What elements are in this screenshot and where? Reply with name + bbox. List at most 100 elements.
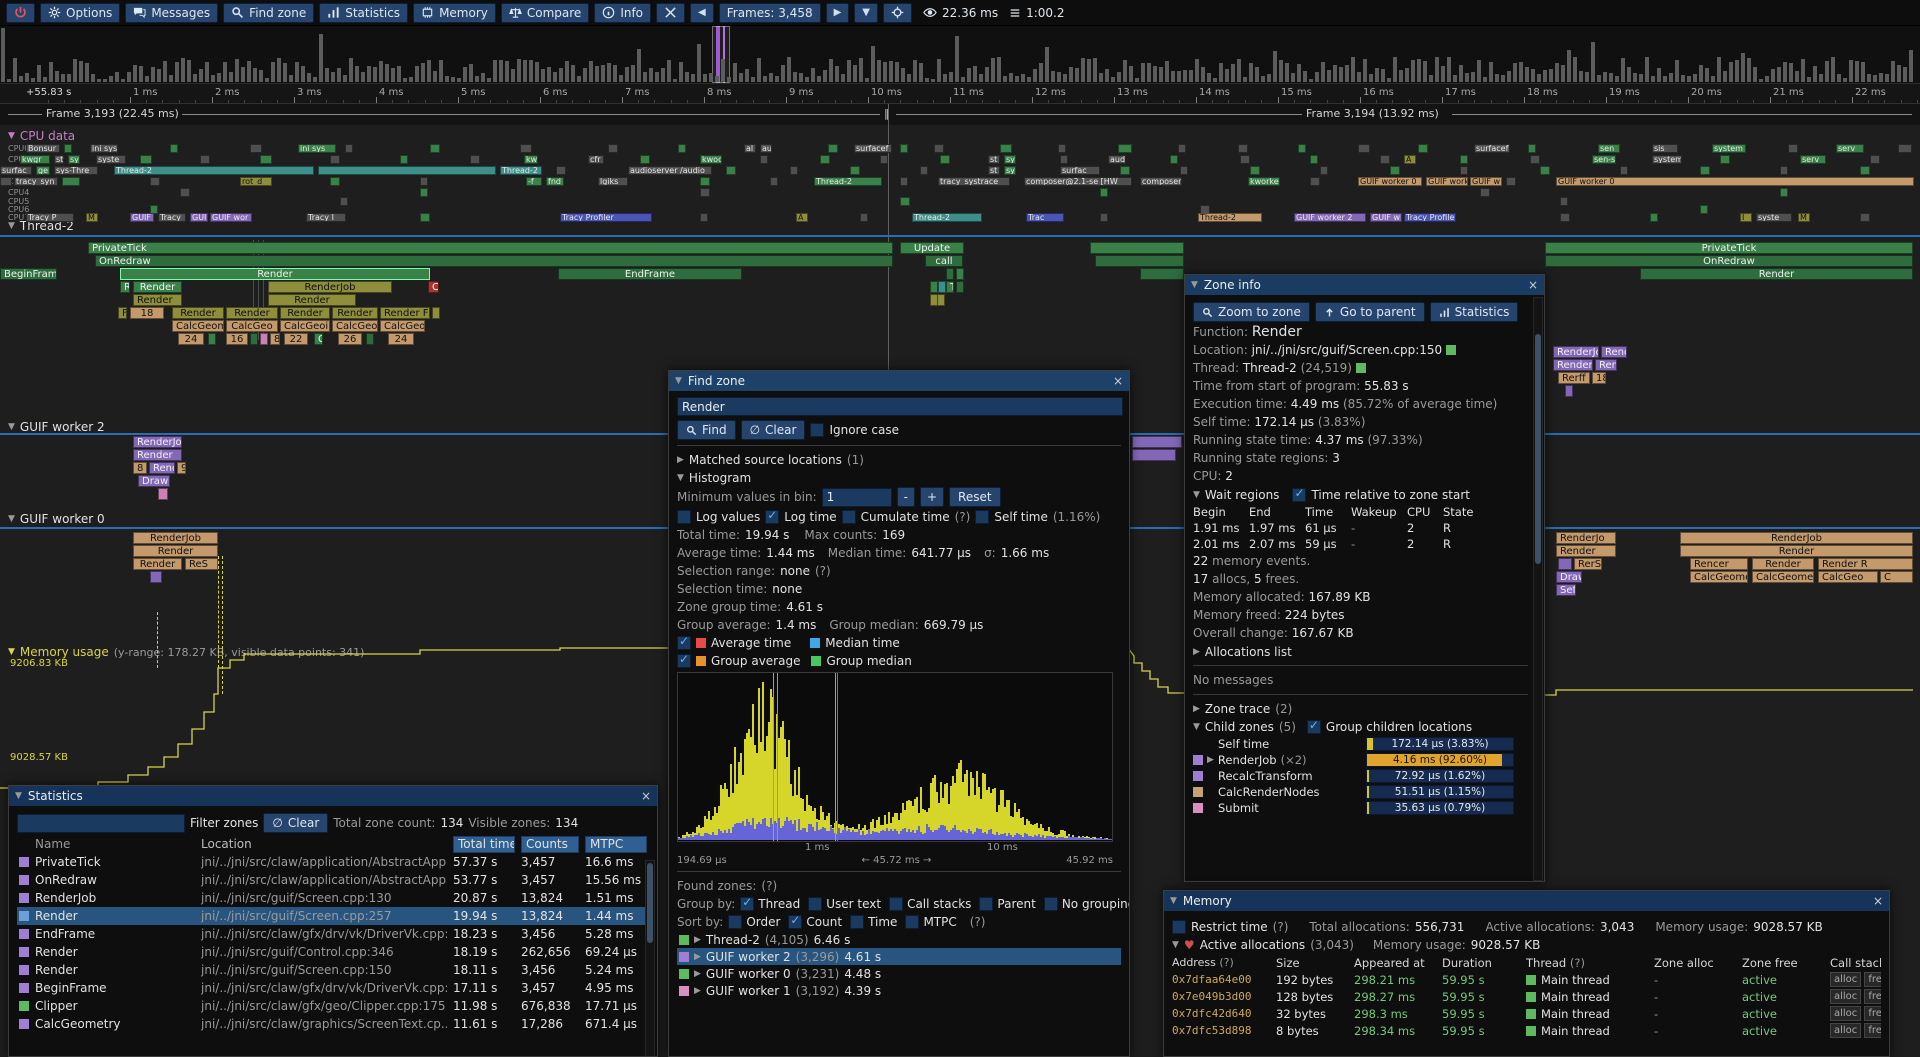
- timeline-zone[interactable]: [1132, 436, 1182, 448]
- min-bin-input[interactable]: [822, 488, 892, 507]
- cpu-zone[interactable]: composer@2.1-se [HW: [1024, 177, 1132, 186]
- cpu-zone[interactable]: rot_d: [240, 177, 272, 186]
- cpu-zone[interactable]: [1240, 155, 1250, 164]
- cpu-zone[interactable]: [678, 144, 686, 153]
- cpu-zone[interactable]: [1058, 144, 1066, 153]
- table-row[interactable]: Clipperjni/../jni/src/claw/gfx/geo/Clipp…: [17, 997, 649, 1015]
- timeline-zone[interactable]: Ren: [1595, 359, 1617, 371]
- cpu-zone[interactable]: [700, 188, 710, 197]
- cpu-zone[interactable]: [1100, 213, 1108, 222]
- cpu-zone[interactable]: [726, 166, 736, 175]
- cpu-zone[interactable]: [1100, 188, 1108, 197]
- cpu-zone[interactable]: [1170, 155, 1178, 164]
- cpu-zone[interactable]: [1120, 166, 1130, 175]
- info-button[interactable]: Info: [594, 3, 651, 23]
- cpu-zone[interactable]: serv: [1800, 155, 1826, 164]
- checkbox[interactable]: [905, 915, 919, 929]
- self-time-checkbox[interactable]: [975, 510, 989, 524]
- cpu-zone[interactable]: surfac: [0, 166, 32, 175]
- timeline-zone[interactable]: Render: [172, 307, 224, 319]
- log-values-checkbox[interactable]: [677, 510, 691, 524]
- cpu-zone[interactable]: [420, 188, 428, 197]
- timeline-zone[interactable]: Rerff: [1558, 372, 1590, 384]
- find-zone-titlebar[interactable]: ▼ Find zone ×: [669, 371, 1129, 391]
- timeline-zone[interactable]: [366, 333, 374, 345]
- cpu-zone[interactable]: [700, 213, 708, 222]
- timeline-zone[interactable]: Rencer: [1690, 558, 1748, 570]
- alloc-appeared[interactable]: 298.21 ms: [1354, 973, 1442, 987]
- child-zones-row[interactable]: ▼Child zones(5)Group children locations: [1193, 718, 1528, 735]
- cpu-zone[interactable]: [900, 197, 910, 206]
- collapse-icon[interactable]: ▼: [1170, 896, 1177, 906]
- timeline-zone[interactable]: F: [118, 307, 127, 319]
- child-zone-row[interactable]: CalcRenderNodes51.51 μs (1.15%): [1193, 784, 1528, 800]
- cpu-zone[interactable]: GUIF worker 0: [1556, 177, 1914, 186]
- cpu-zone[interactable]: [150, 177, 160, 186]
- cpu-zone[interactable]: [900, 144, 908, 153]
- clear-button[interactable]: ∅Clear: [741, 420, 806, 440]
- cpu-zone[interactable]: [1650, 213, 1658, 222]
- option-count[interactable]: Count: [788, 915, 842, 929]
- collapse-icon[interactable]: ▼: [8, 422, 15, 432]
- cpu-zone[interactable]: [1560, 213, 1570, 222]
- cumulate-time-checkbox[interactable]: [842, 510, 856, 524]
- option-thread[interactable]: Thread: [740, 897, 800, 911]
- find-button[interactable]: Find: [677, 420, 736, 440]
- timeline-zone[interactable]: RenderJob: [268, 281, 392, 293]
- collapse-icon[interactable]: ▼: [1193, 490, 1200, 500]
- timeline-zone[interactable]: [158, 488, 168, 500]
- close-icon[interactable]: ×: [1873, 894, 1883, 908]
- cpu-zone[interactable]: [1528, 144, 1536, 153]
- timeline-zone[interactable]: Draw: [138, 475, 170, 487]
- cpu-zone[interactable]: GUIF wor: [210, 213, 252, 222]
- zoom-to-zone-button[interactable]: Zoom to zone: [1193, 302, 1310, 322]
- child-zone-row[interactable]: ▶RenderJob(×2)4.16 ms (92.60%): [1193, 752, 1528, 768]
- cpu-zone[interactable]: [1460, 155, 1468, 164]
- option-call-stacks[interactable]: Call stacks: [889, 897, 971, 911]
- cpu-zone[interactable]: [430, 144, 440, 153]
- matched-locations-row[interactable]: ▶Matched source locations(1): [677, 451, 1121, 468]
- cpu-zone[interactable]: [330, 155, 340, 164]
- timeline-zone[interactable]: RenderJo: [1556, 532, 1616, 544]
- cpu-zone[interactable]: Tracy I: [306, 213, 346, 222]
- cpu-zone[interactable]: [250, 144, 262, 153]
- timeline-zone[interactable]: Render: [1640, 268, 1913, 280]
- cpu-zone[interactable]: Thread-2: [114, 166, 314, 175]
- cpu-zone[interactable]: [170, 144, 178, 153]
- cpu-zone[interactable]: [1118, 144, 1132, 153]
- cpu-zone[interactable]: kw: [524, 155, 538, 164]
- cpu-zone[interactable]: A: [1404, 155, 1416, 164]
- table-row[interactable]: CalcGeometryjni/../jni/src/claw/graphics…: [17, 1015, 649, 1033]
- cpu-zone[interactable]: [556, 166, 566, 175]
- collapse-icon[interactable]: ▼: [677, 473, 684, 483]
- log-time-checkbox[interactable]: [765, 510, 779, 524]
- column-header-total-time[interactable]: Total time: [453, 836, 515, 853]
- timeline-zone[interactable]: 8: [270, 333, 280, 345]
- call-stack-chip[interactable]: alloc: [1830, 989, 1861, 1004]
- checkbox[interactable]: [979, 897, 993, 911]
- restrict-time-checkbox[interactable]: [1172, 920, 1186, 934]
- cpu-zone[interactable]: fnd: [546, 177, 564, 186]
- cpu-zone[interactable]: [1178, 144, 1186, 153]
- timeline-zone[interactable]: RenderJob: [133, 532, 218, 544]
- tools-button[interactable]: [656, 3, 685, 23]
- expand-icon[interactable]: ▶: [1207, 755, 1214, 765]
- cpu-zone[interactable]: [1720, 155, 1730, 164]
- timeline-zone[interactable]: Render: [280, 307, 330, 319]
- cpu-zone[interactable]: [1238, 144, 1248, 153]
- cpu-zone[interactable]: [62, 177, 80, 186]
- cpu-zone[interactable]: [760, 155, 768, 164]
- timeline-zone[interactable]: 18: [130, 307, 164, 319]
- cpu-zone[interactable]: [1780, 166, 1788, 175]
- timeline-zone[interactable]: Sef: [1556, 584, 1576, 596]
- timeline-zone[interactable]: [260, 333, 268, 345]
- timeline-zone[interactable]: CalcGeo: [1818, 571, 1878, 583]
- cpu-zone[interactable]: [1180, 166, 1188, 175]
- timeline-zone[interactable]: [1095, 255, 1184, 267]
- cpu-zone[interactable]: system_s: [1652, 155, 1682, 164]
- timeline-zone[interactable]: 24: [178, 333, 204, 345]
- column-header-location[interactable]: Location: [201, 837, 447, 851]
- memory-allocation-row[interactable]: 0x7dfc53d8988 bytes298.34 ms59.95 sMain …: [1172, 1022, 1881, 1039]
- reset-button[interactable]: Reset: [949, 487, 1001, 507]
- timeline-zone[interactable]: C: [428, 281, 439, 293]
